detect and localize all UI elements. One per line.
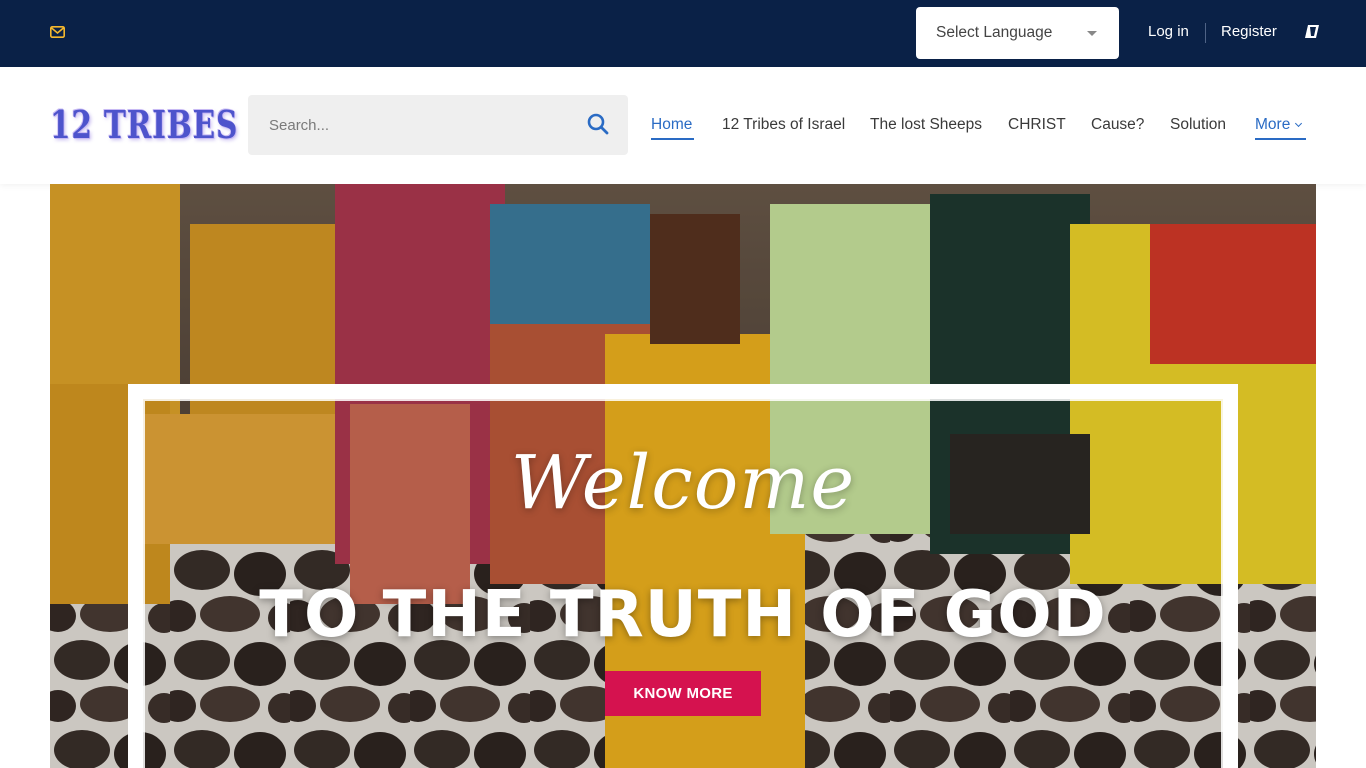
login-link[interactable]: Log in xyxy=(1148,23,1189,40)
mail-icon[interactable] xyxy=(50,26,65,38)
nav-item-the-lost-sheeps[interactable]: The lost Sheeps xyxy=(870,116,982,134)
divider xyxy=(1205,23,1206,43)
chevron-down-icon xyxy=(1295,119,1303,128)
nav-item-solution[interactable]: Solution xyxy=(1170,116,1226,134)
top-bar: Select Language Log in Register xyxy=(0,0,1366,67)
nav-more-underline xyxy=(1255,138,1306,140)
nav-item-christ[interactable]: CHRIST xyxy=(1008,116,1066,134)
flag-icon[interactable] xyxy=(1305,25,1319,38)
hero-banner: Welcome TO THE TRUTH OF GOD KNOW MORE xyxy=(50,184,1316,768)
site-header: 12 TRIBES Home 12 Tribes of Israel The l… xyxy=(0,67,1366,184)
know-more-button[interactable]: KNOW MORE xyxy=(605,671,761,716)
main-nav: Home 12 Tribes of Israel The lost Sheeps… xyxy=(0,116,1366,146)
nav-item-more[interactable]: More xyxy=(1255,116,1303,134)
nav-item-home[interactable]: Home xyxy=(651,116,692,134)
language-select[interactable]: Select Language xyxy=(916,7,1119,59)
nav-item-12-tribes-of-israel[interactable]: 12 Tribes of Israel xyxy=(722,116,845,134)
nav-item-cause[interactable]: Cause? xyxy=(1091,116,1144,134)
nav-item-more-label: More xyxy=(1255,116,1291,133)
register-link[interactable]: Register xyxy=(1221,23,1277,40)
hero-title: TO THE TRUTH OF GOD xyxy=(259,578,1107,652)
nav-active-underline xyxy=(651,138,694,140)
language-select-value: Select Language xyxy=(936,24,1053,41)
chevron-down-icon xyxy=(1087,31,1097,36)
hero-script-heading: Welcome xyxy=(510,440,856,526)
